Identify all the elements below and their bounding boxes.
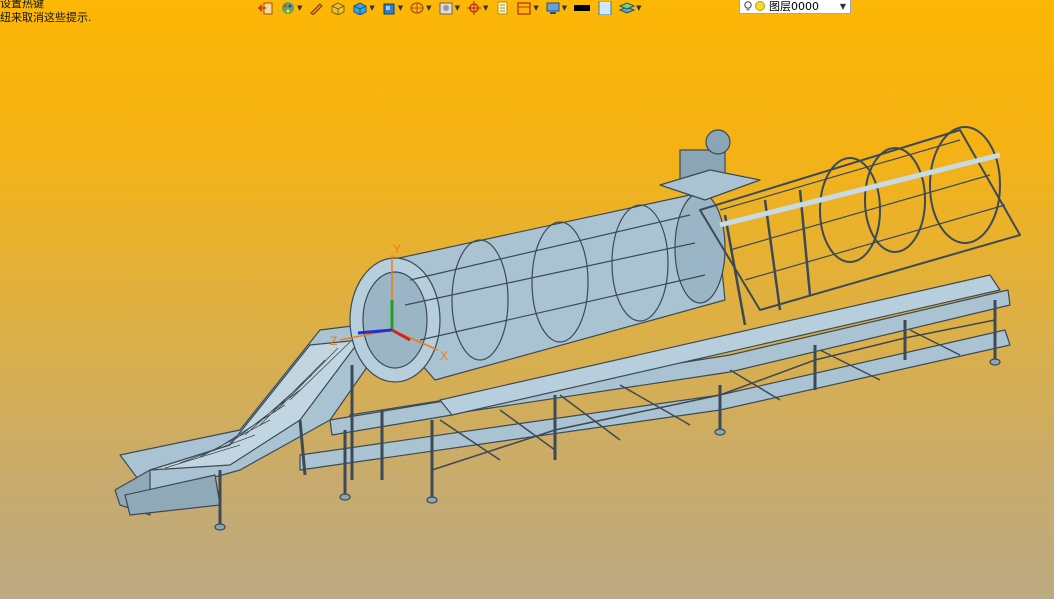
- axis-label-x: X: [440, 349, 448, 363]
- conveyor-machine-model: [114, 126, 1021, 531]
- drive-motor: [659, 129, 761, 201]
- axis-label-y: Y: [393, 242, 401, 256]
- axis-label-z: Z: [330, 334, 337, 348]
- 3d-viewport[interactable]: Y X Z: [0, 0, 1054, 599]
